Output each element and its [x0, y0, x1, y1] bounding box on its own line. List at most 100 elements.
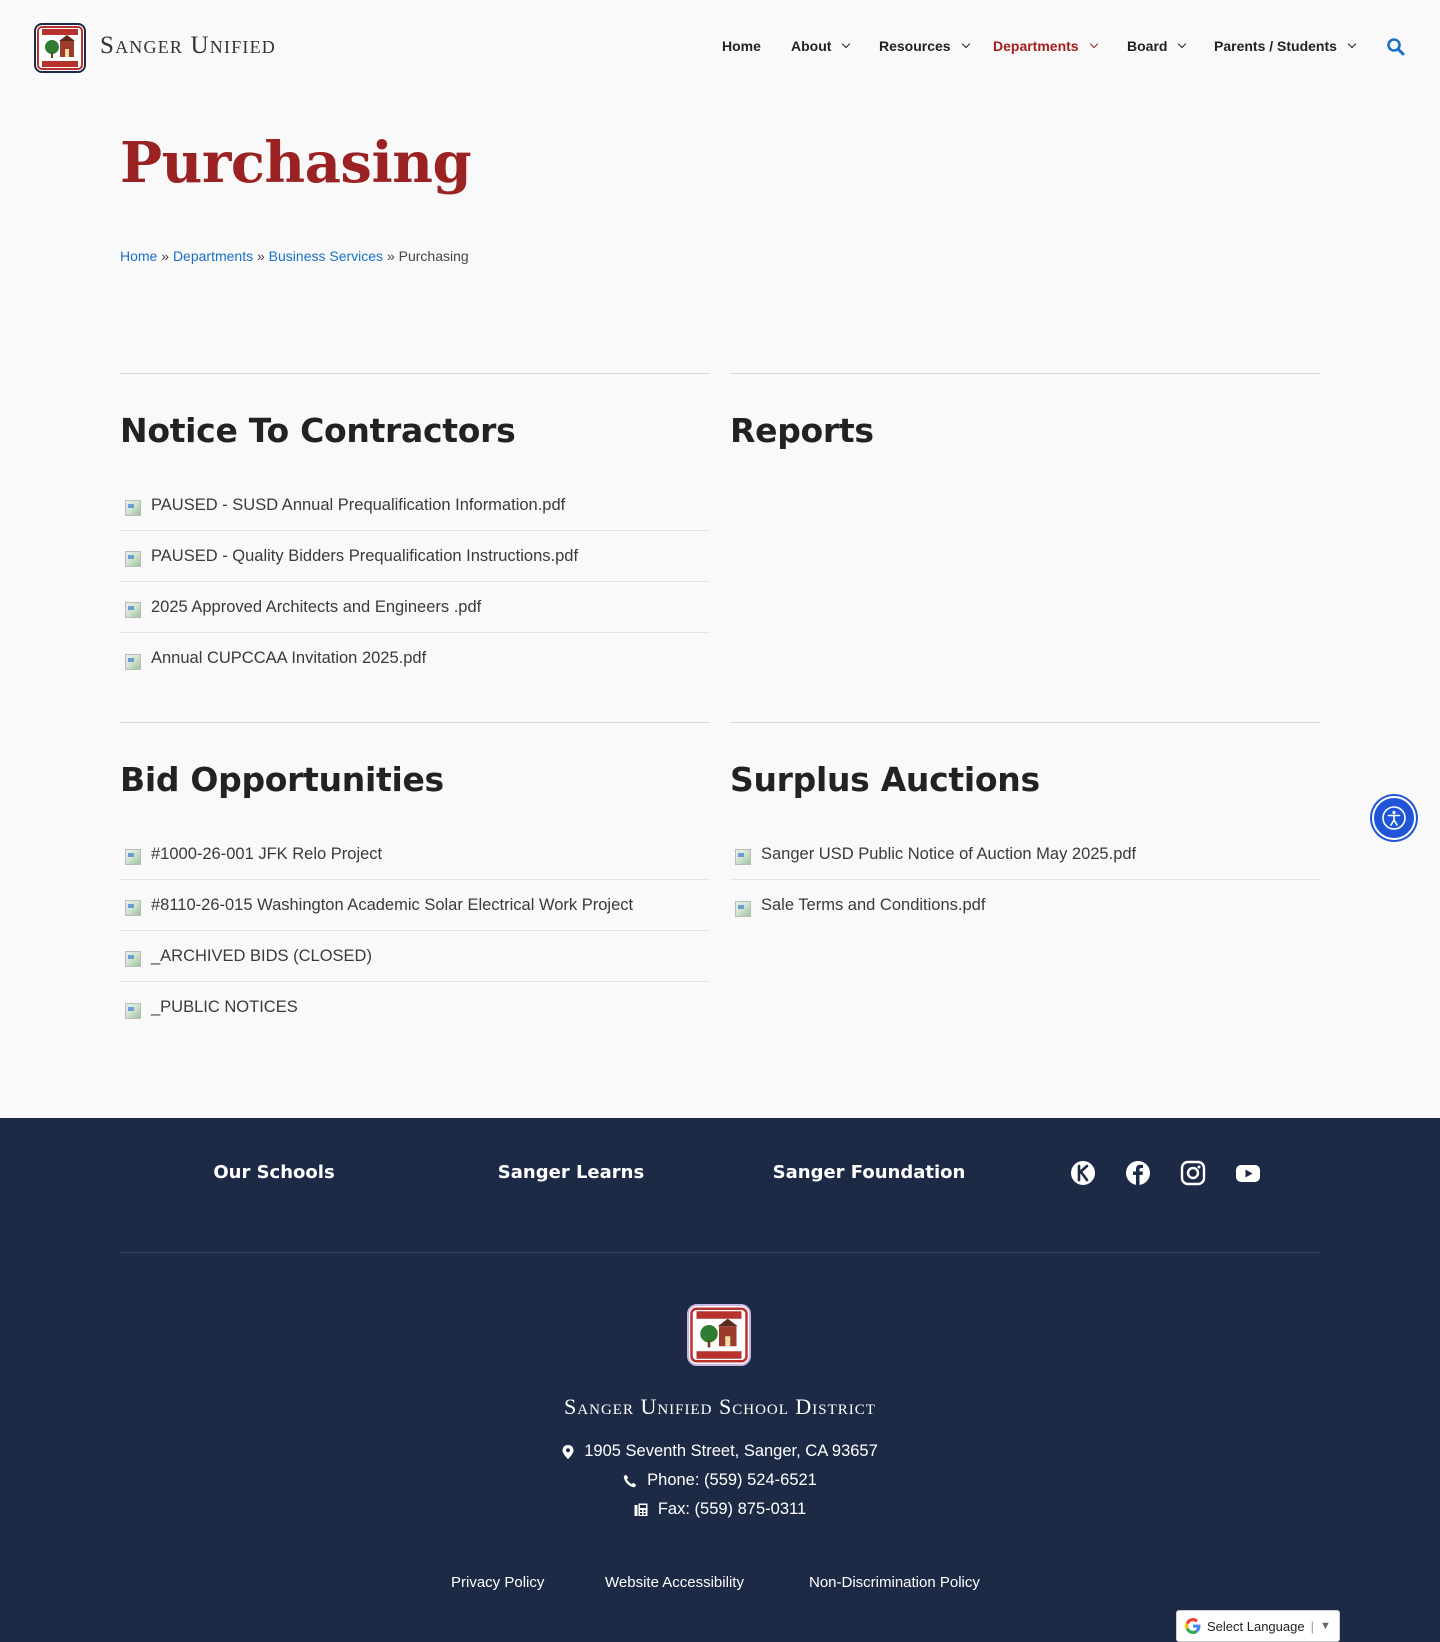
address-line: 1905 Seventh Street, Sanger, CA 93657 — [0, 1442, 1440, 1461]
file-name: 2025 Approved Architects and Engineers .… — [151, 597, 482, 616]
section-divider — [730, 722, 1320, 723]
file-list: #1000-26-001 JFK Relo Project #8110-26-0… — [120, 829, 710, 1033]
file-link[interactable]: _ARCHIVED BIDS (CLOSED) — [120, 931, 710, 982]
file-image-icon — [735, 849, 751, 865]
phone-icon — [623, 1474, 637, 1487]
breadcrumb-departments[interactable]: Departments — [173, 248, 253, 264]
phone-text[interactable]: Phone: (559) 524-6521 — [647, 1471, 817, 1490]
breadcrumb-home[interactable]: Home — [120, 248, 157, 264]
breadcrumb-separator: » — [386, 248, 395, 264]
file-list: Sanger USD Public Notice of Auction May … — [730, 829, 1320, 931]
site-title[interactable]: Sanger Unified — [100, 32, 276, 60]
file-name: _ARCHIVED BIDS (CLOSED) — [151, 946, 372, 965]
language-selector[interactable]: Select Language | ▼ — [1176, 1610, 1340, 1642]
website-accessibility-link[interactable]: Website Accessibility — [605, 1574, 744, 1591]
section-title: Notice To Contractors — [120, 411, 516, 450]
nav-parents-students-label: Parents / Students — [1214, 38, 1337, 54]
folder-image-icon — [125, 900, 141, 916]
file-name: Sanger USD Public Notice of Auction May … — [761, 844, 1137, 863]
accessibility-button[interactable] — [1372, 796, 1416, 840]
file-name: #1000-26-001 JFK Relo Project — [151, 844, 383, 863]
section-title: Surplus Auctions — [730, 760, 1040, 799]
file-image-icon — [125, 602, 141, 618]
file-link[interactable]: #8110-26-015 Washington Academic Solar E… — [120, 880, 710, 931]
accessibility-icon — [1382, 806, 1406, 830]
logo-emblem-icon — [690, 1307, 748, 1363]
fax-icon — [634, 1503, 648, 1516]
fax-text: Fax: (559) 875-0311 — [657, 1500, 807, 1518]
nav-board-label: Board — [1127, 38, 1168, 54]
surplus-auctions-section: Surplus Auctions Sanger USD Public Notic… — [730, 722, 1320, 931]
breadcrumb-separator: » — [161, 248, 170, 264]
file-link[interactable]: PAUSED - SUSD Annual Prequalification In… — [120, 480, 710, 531]
district-logo[interactable] — [34, 23, 86, 73]
search-icon[interactable] — [1386, 37, 1406, 57]
nav-resources[interactable]: Resources — [879, 38, 970, 54]
chevron-down-icon — [1347, 39, 1357, 49]
chevron-down-icon — [1178, 39, 1187, 49]
instagram-icon[interactable] — [1180, 1160, 1206, 1186]
breadcrumb-current: Purchasing — [398, 248, 469, 264]
section-divider — [120, 722, 710, 723]
fax-line: Fax: (559) 875-0311 — [0, 1500, 1440, 1519]
footer-district-logo[interactable] — [687, 1304, 751, 1366]
chevron-down-icon — [1089, 39, 1098, 49]
chevron-down-icon — [842, 39, 851, 49]
nav-departments-label: Departments — [993, 38, 1079, 54]
notice-to-contractors-section: Notice To Contractors PAUSED - SUSD Annu… — [120, 373, 710, 684]
section-divider — [730, 373, 1320, 374]
rooms-icon[interactable] — [1070, 1160, 1096, 1186]
file-name: _PUBLIC NOTICES — [151, 998, 298, 1016]
nav-board[interactable]: Board — [1127, 38, 1187, 54]
file-image-icon — [125, 653, 141, 670]
non-discrimination-policy-link[interactable]: Non-Discrimination Policy — [809, 1574, 980, 1591]
file-name: #8110-26-015 Washington Academic Solar E… — [151, 895, 634, 914]
chevron-down-icon — [961, 39, 970, 49]
file-name: Sale Terms and Conditions.pdf — [761, 896, 986, 914]
breadcrumb-business-services[interactable]: Business Services — [269, 248, 383, 264]
breadcrumb: Home » Departments » Business Services »… — [120, 248, 469, 264]
file-link[interactable]: Sale Terms and Conditions.pdf — [730, 880, 1320, 931]
dropdown-arrow-icon: ▼ — [1319, 1620, 1331, 1632]
bid-opportunities-section: Bid Opportunities #1000-26-001 JFK Relo … — [120, 722, 710, 1033]
file-link[interactable]: PAUSED - Quality Bidders Prequalificatio… — [120, 531, 710, 582]
nav-home-label: Home — [722, 38, 761, 54]
nav-home[interactable]: Home — [722, 38, 761, 54]
youtube-icon[interactable] — [1235, 1160, 1261, 1186]
file-name: PAUSED - Quality Bidders Prequalificatio… — [151, 546, 579, 565]
site-header: Sanger Unified Home About Resources Depa… — [0, 0, 1440, 95]
footer-sanger-foundation[interactable]: Sanger Foundation — [773, 1162, 966, 1183]
privacy-policy-link[interactable]: Privacy Policy — [451, 1574, 544, 1591]
footer-our-schools[interactable]: Our Schools — [213, 1162, 334, 1183]
nav-about[interactable]: About — [791, 38, 851, 54]
section-title: Reports — [730, 411, 874, 450]
nav-resources-label: Resources — [879, 38, 951, 54]
facebook-icon[interactable] — [1125, 1160, 1151, 1186]
language-label: Select Language — [1207, 1618, 1305, 1634]
footer-divider — [120, 1252, 1320, 1253]
breadcrumb-separator: » — [256, 248, 265, 264]
page-title: Purchasing — [120, 130, 472, 196]
file-link[interactable]: 2025 Approved Architects and Engineers .… — [120, 582, 710, 633]
file-name: PAUSED - SUSD Annual Prequalification In… — [151, 495, 566, 514]
file-link[interactable]: Sanger USD Public Notice of Auction May … — [730, 829, 1320, 880]
folder-image-icon — [125, 951, 141, 967]
address-text: 1905 Seventh Street, Sanger, CA 93657 — [584, 1442, 878, 1460]
file-image-icon — [125, 551, 141, 567]
section-title: Bid Opportunities — [120, 760, 444, 799]
folder-image-icon — [125, 1002, 141, 1019]
file-link[interactable]: Annual CUPCCAA Invitation 2025.pdf — [120, 633, 710, 684]
file-name: Annual CUPCCAA Invitation 2025.pdf — [151, 649, 427, 667]
district-name: Sanger Unified School District — [564, 1394, 876, 1419]
nav-parents-students[interactable]: Parents / Students — [1214, 38, 1357, 54]
footer-sanger-learns[interactable]: Sanger Learns — [498, 1162, 644, 1183]
logo-emblem-icon — [37, 26, 83, 70]
site-footer: Our Schools Sanger Learns Sanger Foundat… — [0, 1118, 1440, 1642]
file-link[interactable]: #1000-26-001 JFK Relo Project — [120, 829, 710, 880]
file-image-icon — [735, 900, 751, 917]
nav-departments[interactable]: Departments — [993, 38, 1098, 54]
file-link[interactable]: _PUBLIC NOTICES — [120, 982, 710, 1033]
language-separator: | — [1310, 1618, 1314, 1634]
map-pin-icon — [562, 1444, 574, 1459]
file-list: PAUSED - SUSD Annual Prequalification In… — [120, 480, 710, 684]
